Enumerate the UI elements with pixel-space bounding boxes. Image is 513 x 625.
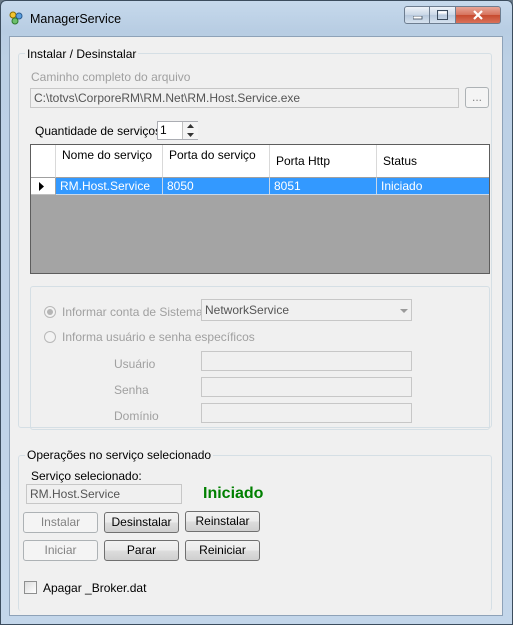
quantity-label: Quantidade de serviços	[35, 124, 162, 138]
delete-broker-checkbox[interactable]	[24, 581, 37, 594]
delete-broker-label: Apagar _Broker.dat	[43, 581, 147, 595]
system-account-value: NetworkService	[205, 303, 290, 317]
chevron-up-icon	[187, 124, 194, 128]
domain-input[interactable]	[201, 403, 412, 423]
row-pointer-icon	[39, 182, 44, 191]
window-frame: ManagerService Instalar / Desinstalar Ca…	[0, 0, 513, 625]
close-button[interactable]	[456, 6, 501, 24]
client-area: Instalar / Desinstalar Caminho completo …	[9, 36, 503, 616]
column-header-name[interactable]: Nome do serviço	[56, 145, 163, 178]
maximize-icon	[437, 10, 448, 20]
stepper-buttons[interactable]	[182, 122, 198, 139]
dropdown-arrow-icon	[400, 309, 408, 313]
app-icon	[9, 11, 23, 25]
radio-specific-user-label: Informa usuário e senha específicos	[62, 330, 255, 344]
user-input[interactable]	[201, 351, 412, 371]
row-selector[interactable]	[31, 178, 56, 195]
password-input[interactable]	[201, 377, 412, 397]
cell-service-port[interactable]: 8050	[163, 178, 270, 195]
column-header-status[interactable]: Status	[377, 145, 489, 178]
selected-service-label: Serviço selecionado:	[31, 469, 142, 483]
grid-row-header-corner	[31, 145, 56, 178]
reinstall-button[interactable]: Reinstalar	[185, 511, 260, 532]
restart-button[interactable]: Reiniciar	[185, 540, 260, 561]
maximize-button[interactable]	[430, 6, 456, 24]
quantity-value: 1	[160, 123, 167, 137]
uninstall-button[interactable]: Desinstalar	[104, 512, 179, 533]
system-account-select[interactable]: NetworkService	[201, 299, 412, 321]
user-label: Usuário	[114, 357, 156, 371]
start-button[interactable]: Iniciar	[23, 540, 98, 561]
services-grid[interactable]: Nome do serviço Porta do serviço Porta H…	[30, 144, 490, 274]
domain-label: Domínio	[114, 409, 159, 423]
radio-system-account-label: Informar conta de Sistema	[62, 305, 203, 319]
install-group-title: Instalar / Desinstalar	[25, 47, 139, 61]
path-field[interactable]: C:\totvs\CorporeRM\RM.Net\RM.Host.Servic…	[30, 88, 459, 108]
close-icon	[473, 10, 483, 20]
cell-service-name[interactable]: RM.Host.Service	[56, 178, 163, 195]
chevron-down-icon	[187, 133, 194, 137]
service-status-text: Iniciado	[203, 485, 264, 502]
minimize-button[interactable]	[404, 6, 430, 24]
radio-system-account[interactable]	[44, 306, 56, 318]
browse-button[interactable]: ...	[465, 87, 489, 108]
password-label: Senha	[114, 383, 149, 397]
cell-http-port[interactable]: 8051	[270, 178, 377, 195]
cell-status[interactable]: Iniciado	[377, 178, 489, 195]
title-bar[interactable]: ManagerService	[1, 1, 512, 35]
selected-service-field[interactable]: RM.Host.Service	[26, 484, 182, 504]
install-button[interactable]: Instalar	[23, 512, 98, 533]
stop-button[interactable]: Parar	[104, 540, 179, 561]
column-header-http-port[interactable]: Porta Http	[270, 145, 377, 178]
column-header-port[interactable]: Porta do serviço	[163, 145, 270, 178]
operations-group-title: Operações no serviço selecionado	[25, 448, 214, 462]
minimize-icon	[413, 16, 423, 20]
path-label: Caminho completo do arquivo	[31, 70, 191, 84]
radio-specific-user[interactable]	[44, 331, 56, 343]
window-title: ManagerService	[30, 12, 122, 26]
